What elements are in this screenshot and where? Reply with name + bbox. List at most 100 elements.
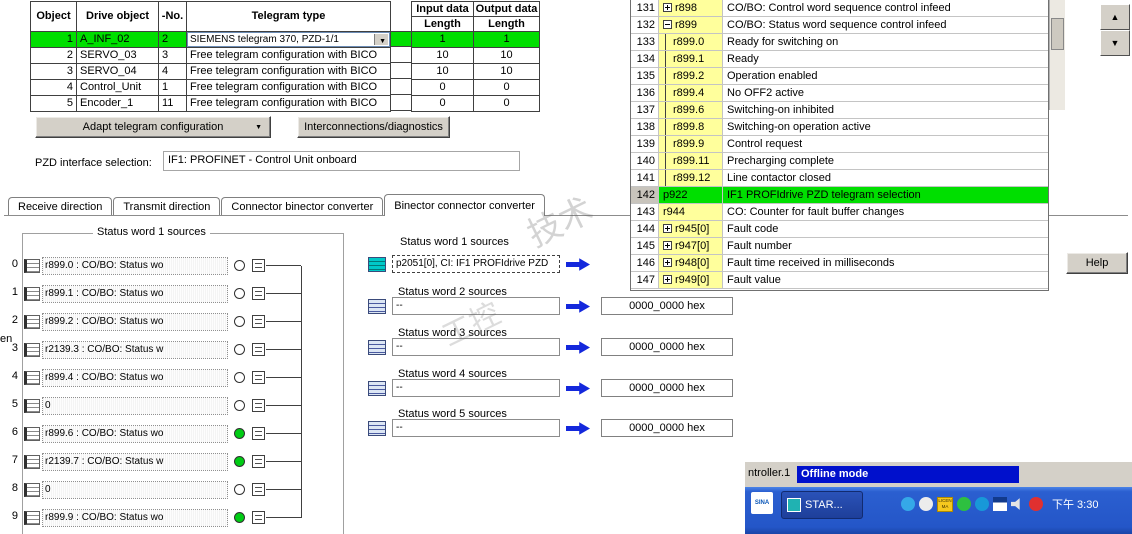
tab-connector-binector-converter[interactable]: Connector binector converter bbox=[221, 197, 384, 216]
param-name[interactable]: r899.12 bbox=[659, 170, 723, 187]
param-row[interactable]: 138 r899.8 Switching-on operation active bbox=[631, 119, 1048, 136]
param-row[interactable]: 136 r899.4 No OFF2 active bbox=[631, 85, 1048, 102]
scrollbar-thumb[interactable] bbox=[1051, 18, 1064, 50]
taskbar-clock[interactable]: 下午 3:30 bbox=[1052, 496, 1098, 512]
source-field[interactable]: r899.9 : CO/BO: Status wo bbox=[42, 509, 228, 527]
cell-input-length[interactable]: 0 bbox=[412, 96, 474, 112]
source-field[interactable]: r899.0 : CO/BO: Status wo bbox=[42, 257, 228, 275]
cell-telegram-type[interactable]: Free telegram configuration with BICO bbox=[187, 48, 391, 64]
quicklaunch-sinamics-icon[interactable]: SINA bbox=[751, 492, 773, 514]
param-row[interactable]: 137 r899.6 Switching-on inhibited bbox=[631, 102, 1048, 119]
antivirus-icon[interactable] bbox=[957, 497, 971, 511]
param-name[interactable]: r899 bbox=[659, 17, 723, 34]
cell-input-length[interactable]: 0 bbox=[412, 80, 474, 96]
volume-icon[interactable] bbox=[1011, 498, 1020, 510]
cell-drive-object[interactable]: Control_Unit bbox=[77, 80, 159, 96]
param-name[interactable]: r899.9 bbox=[659, 136, 723, 153]
cell-output-length[interactable]: 1 bbox=[474, 32, 540, 48]
expand-icon[interactable] bbox=[663, 241, 672, 250]
param-name[interactable]: r899.8 bbox=[659, 119, 723, 136]
cell-output-length[interactable]: 0 bbox=[474, 80, 540, 96]
cell-input-length[interactable]: 1 bbox=[412, 32, 474, 48]
param-name[interactable]: r899.0 bbox=[659, 34, 723, 51]
expand-icon[interactable] bbox=[663, 224, 672, 233]
tab-binector-connector-converter[interactable]: Binector connector converter bbox=[384, 194, 545, 216]
expand-icon[interactable] bbox=[663, 3, 672, 12]
param-row[interactable]: 139 r899.9 Control request bbox=[631, 136, 1048, 153]
cell-input-length[interactable]: 10 bbox=[412, 64, 474, 80]
param-row[interactable]: 140 r899.11 Precharging complete bbox=[631, 153, 1048, 170]
param-name[interactable]: r949[0] bbox=[659, 272, 723, 289]
scroll-up-button[interactable] bbox=[1100, 4, 1130, 30]
scroll-down-button[interactable] bbox=[1100, 30, 1130, 56]
cell-no[interactable]: 3 bbox=[159, 48, 187, 64]
cell-output-length[interactable]: 10 bbox=[474, 48, 540, 64]
source-field[interactable]: r899.6 : CO/BO: Status wo bbox=[42, 425, 228, 443]
param-row[interactable]: 133 r899.0 Ready for switching on bbox=[631, 34, 1048, 51]
param-row[interactable]: 145 r947[0] Fault number bbox=[631, 238, 1048, 255]
source-field[interactable]: r2139.3 : CO/BO: Status w bbox=[42, 341, 228, 359]
telegram-type-dropdown[interactable]: SIEMENS telegram 370, PZD-1/1 bbox=[187, 32, 390, 47]
param-row[interactable]: 147 r949[0] Fault value bbox=[631, 272, 1048, 289]
param-name[interactable]: r898 bbox=[659, 0, 723, 17]
param-name[interactable]: r899.4 bbox=[659, 85, 723, 102]
network-icon[interactable] bbox=[975, 497, 989, 511]
source-field[interactable]: r899.4 : CO/BO: Status wo bbox=[42, 369, 228, 387]
source-field[interactable]: 0 bbox=[42, 481, 228, 499]
param-name[interactable]: r899.11 bbox=[659, 153, 723, 170]
param-name[interactable]: p922 bbox=[659, 187, 723, 204]
cell-input-length[interactable]: 10 bbox=[412, 48, 474, 64]
cell-object[interactable]: 3 bbox=[31, 64, 77, 80]
param-name[interactable]: r899.6 bbox=[659, 102, 723, 119]
expand-icon[interactable] bbox=[663, 258, 672, 267]
cell-telegram-type[interactable]: Free telegram configuration with BICO bbox=[187, 80, 391, 96]
collapse-icon[interactable] bbox=[663, 20, 672, 29]
messenger-icon[interactable] bbox=[901, 497, 915, 511]
status-word-1-field[interactable]: p2051[0], CI: IF1 PROFIdrive PZD bbox=[392, 255, 560, 273]
starter-taskbar-button[interactable]: STAR... bbox=[781, 491, 863, 519]
status-word-4-field[interactable]: -- bbox=[392, 379, 560, 397]
cell-no[interactable]: 4 bbox=[159, 64, 187, 80]
cell-object[interactable]: 5 bbox=[31, 96, 77, 112]
param-row[interactable]: 132 r899 CO/BO: Status word sequence con… bbox=[631, 17, 1048, 34]
param-row[interactable]: 143 r944 CO: Counter for fault buffer ch… bbox=[631, 204, 1048, 221]
adapt-telegram-configuration-button[interactable]: Adapt telegram configuration bbox=[35, 116, 271, 138]
source-field[interactable]: 0 bbox=[42, 397, 228, 415]
cell-object[interactable]: 1 bbox=[31, 32, 77, 48]
cell-drive-object[interactable]: SERVO_04 bbox=[77, 64, 159, 80]
param-row[interactable]: 144 r945[0] Fault code bbox=[631, 221, 1048, 238]
help-button[interactable]: Help bbox=[1066, 252, 1128, 274]
param-row[interactable]: 146 r948[0] Fault time received in milli… bbox=[631, 255, 1048, 272]
cell-output-length[interactable]: 0 bbox=[474, 96, 540, 112]
param-name[interactable]: r947[0] bbox=[659, 238, 723, 255]
cell-drive-object[interactable]: A_INF_02 bbox=[77, 32, 159, 48]
expand-icon[interactable] bbox=[663, 275, 672, 284]
param-row[interactable]: 135 r899.2 Operation enabled bbox=[631, 68, 1048, 85]
cell-output-length[interactable]: 10 bbox=[474, 64, 540, 80]
source-field[interactable]: r899.1 : CO/BO: Status wo bbox=[42, 285, 228, 303]
pzd-interface-field[interactable]: IF1: PROFINET - Control Unit onboard bbox=[163, 151, 520, 171]
status-word-3-field[interactable]: -- bbox=[392, 338, 560, 356]
cell-telegram-type[interactable]: Free telegram configuration with BICO bbox=[187, 96, 391, 112]
status-word-2-field[interactable]: -- bbox=[392, 297, 560, 315]
cell-object[interactable]: 2 bbox=[31, 48, 77, 64]
interconnections-diagnostics-button[interactable]: Interconnections/diagnostics bbox=[297, 116, 450, 138]
param-row[interactable]: 141 r899.12 Line contactor closed bbox=[631, 170, 1048, 187]
param-name[interactable]: r948[0] bbox=[659, 255, 723, 272]
param-row-selected[interactable]: 142 p922 IF1 PROFIdrive PZD telegram sel… bbox=[631, 187, 1048, 204]
status-word-5-field[interactable]: -- bbox=[392, 419, 560, 437]
cell-object[interactable]: 4 bbox=[31, 80, 77, 96]
tab-receive-direction[interactable]: Receive direction bbox=[8, 197, 113, 216]
param-row[interactable]: 131 r898 CO/BO: Control word sequence co… bbox=[631, 0, 1048, 17]
app-status-icon[interactable] bbox=[919, 497, 933, 511]
alert-icon[interactable] bbox=[1029, 497, 1043, 511]
license-manager-icon[interactable]: LICEN MA bbox=[937, 496, 953, 512]
param-name[interactable]: r899.2 bbox=[659, 68, 723, 85]
cell-no[interactable]: 11 bbox=[159, 96, 187, 112]
cell-telegram-type[interactable]: SIEMENS telegram 370, PZD-1/1 bbox=[187, 32, 391, 48]
source-field[interactable]: r2139.7 : CO/BO: Status w bbox=[42, 453, 228, 471]
vertical-scrollbar[interactable] bbox=[1049, 0, 1065, 110]
param-name[interactable]: r899.1 bbox=[659, 51, 723, 68]
cell-drive-object[interactable]: SERVO_03 bbox=[77, 48, 159, 64]
cell-no[interactable]: 2 bbox=[159, 32, 187, 48]
